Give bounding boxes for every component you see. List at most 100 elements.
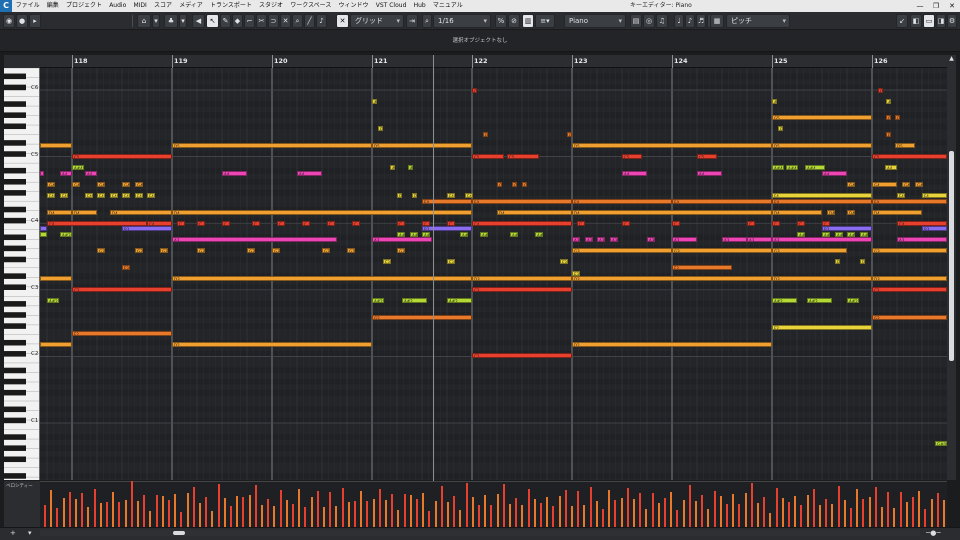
velocity-bar[interactable]: [930, 499, 933, 527]
note[interactable]: A3: [597, 237, 605, 242]
velocity-bar[interactable]: [868, 497, 871, 527]
velocity-bar[interactable]: [502, 484, 505, 527]
note[interactable]: D3: [172, 276, 472, 281]
note[interactable]: F: [778, 126, 783, 131]
menu-workspace[interactable]: ワークスペース: [287, 0, 335, 12]
menu-project[interactable]: プロジェクト: [62, 0, 105, 12]
velocity-bar[interactable]: [521, 505, 524, 527]
note[interactable]: G4: [872, 182, 897, 187]
menu-vst-cloud[interactable]: VST Cloud: [372, 0, 410, 12]
snap-toggle-icon[interactable]: ✕: [336, 14, 349, 28]
velocity-bar[interactable]: [583, 505, 586, 527]
solo-editor-icon[interactable]: ⌂: [137, 14, 151, 28]
velocity-bar[interactable]: [738, 504, 741, 527]
note[interactable]: E4: [672, 199, 772, 204]
velocity-bar[interactable]: [422, 493, 425, 527]
velocity-bar[interactable]: [409, 495, 412, 527]
note[interactable]: C: [472, 88, 477, 93]
note[interactable]: C: [878, 88, 883, 93]
note[interactable]: A3: [172, 237, 337, 242]
note[interactable]: C4: [472, 221, 572, 226]
note-grid[interactable]: 4 C A C 4 G5 G G F F F F F D5 D5 D5 D5 D…: [40, 68, 947, 480]
settings-gear-icon[interactable]: ⚙: [947, 14, 957, 28]
note[interactable]: A#3: [535, 232, 543, 237]
note[interactable]: F4: [47, 193, 55, 198]
auto-scroll-icon[interactable]: ♣: [164, 14, 178, 28]
menu-studio[interactable]: スタジオ: [255, 0, 286, 12]
note[interactable]: A4: [60, 171, 72, 176]
note[interactable]: A#2: [807, 298, 832, 303]
velocity-bar[interactable]: [192, 487, 195, 527]
velocity-bar[interactable]: [199, 503, 201, 527]
note[interactable]: A3: [722, 237, 747, 242]
trim-tool-icon[interactable]: ⌐: [244, 14, 255, 28]
note[interactable]: C5: [507, 154, 539, 159]
note[interactable]: C: [577, 221, 585, 226]
velocity-bar[interactable]: [645, 509, 648, 527]
snap-to-zero-icon[interactable]: ⇥: [406, 14, 418, 28]
note[interactable]: A4: [297, 171, 322, 176]
note[interactable]: F4: [85, 193, 93, 198]
velocity-bar[interactable]: [602, 509, 604, 527]
acoustic-feedback-icon[interactable]: ◀: [192, 14, 205, 28]
note[interactable]: C3: [472, 287, 572, 292]
velocity-bar[interactable]: [354, 501, 356, 527]
note[interactable]: G3: [160, 248, 168, 253]
note[interactable]: A#4: [72, 165, 84, 170]
note[interactable]: G3: [772, 248, 847, 253]
note[interactable]: D4: [772, 210, 822, 215]
minimize-button[interactable]: —: [912, 0, 928, 12]
velocity-bar[interactable]: [887, 492, 890, 527]
velocity-bar[interactable]: [701, 495, 704, 527]
velocity-bar[interactable]: [236, 496, 239, 527]
note[interactable]: D5: [172, 143, 372, 148]
note[interactable]: [40, 342, 72, 347]
velocity-bar[interactable]: [713, 491, 716, 527]
velocity-bar[interactable]: [819, 505, 821, 527]
velocity-bar[interactable]: [806, 495, 809, 527]
note[interactable]: C: [252, 221, 260, 226]
vertical-scroll-thumb[interactable]: [949, 151, 954, 361]
note[interactable]: A3: [372, 237, 432, 242]
menu-midi[interactable]: MIDI: [130, 0, 151, 12]
note[interactable]: D3: [572, 276, 772, 281]
velocity-bar[interactable]: [87, 507, 90, 527]
velocity-bar[interactable]: [56, 508, 59, 527]
note[interactable]: C5: [622, 154, 642, 159]
velocity-bar[interactable]: [137, 501, 139, 527]
note[interactable]: D5: [372, 143, 472, 148]
note[interactable]: A#3: [480, 232, 488, 237]
note[interactable]: F3: [672, 265, 732, 270]
note[interactable]: [40, 226, 47, 231]
velocity-bar[interactable]: [62, 498, 65, 527]
velocity-bar[interactable]: [558, 496, 561, 527]
velocity-bar[interactable]: [93, 489, 96, 527]
note[interactable]: G4: [122, 182, 130, 187]
note[interactable]: G3: [572, 248, 672, 253]
edit-instrument-icon[interactable]: ♫: [656, 14, 668, 28]
solo-dropdown-icon[interactable]: ▾: [152, 14, 160, 28]
velocity-bar[interactable]: [453, 496, 456, 527]
note[interactable]: F4: [122, 193, 130, 198]
note[interactable]: G3: [322, 248, 330, 253]
velocity-bar[interactable]: [434, 501, 437, 527]
note[interactable]: D2: [172, 342, 372, 347]
velocity-bar[interactable]: [428, 511, 431, 527]
line-tool-icon[interactable]: ╱: [304, 14, 315, 28]
note[interactable]: A#3: [60, 232, 72, 237]
velocity-bar[interactable]: [614, 500, 617, 527]
velocity-bar[interactable]: [304, 507, 307, 527]
velocity-bar[interactable]: [707, 509, 710, 527]
velocity-bar[interactable]: [490, 505, 493, 527]
mixer-icon[interactable]: ▤: [630, 14, 642, 28]
velocity-bar[interactable]: [540, 503, 542, 527]
velocity-bar[interactable]: [757, 503, 759, 527]
zoom-out-icon[interactable]: ↙: [896, 14, 908, 28]
note-length-3-icon[interactable]: ♬: [696, 14, 706, 28]
auto-scroll-dropdown-icon[interactable]: ▾: [179, 14, 187, 28]
step-input-icon[interactable]: ▥: [522, 14, 534, 28]
velocity-bar[interactable]: [254, 485, 257, 527]
velocity-bar[interactable]: [788, 502, 790, 527]
note[interactable]: F4: [147, 193, 155, 198]
velocity-bar[interactable]: [595, 501, 598, 527]
